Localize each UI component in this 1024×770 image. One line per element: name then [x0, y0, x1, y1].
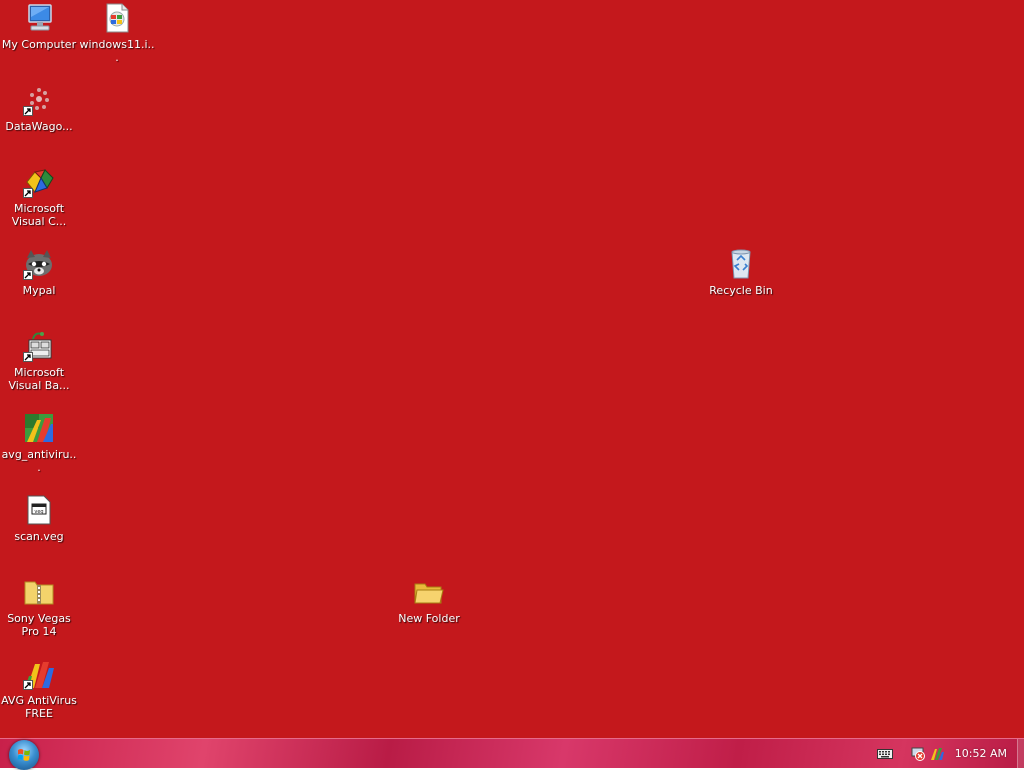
- start-orb-icon: [17, 749, 30, 761]
- desktop-icon-label: Microsoft Visual Ba...: [8, 366, 70, 392]
- clock[interactable]: 10:52 AM: [955, 747, 1007, 760]
- shortcut-arrow-icon: [23, 680, 33, 690]
- visual-cpp-icon: [23, 166, 55, 198]
- desktop-icon-label: avg_antiviru...: [1, 448, 77, 474]
- zip-folder-icon: [23, 576, 55, 608]
- avg-icon: [23, 658, 55, 690]
- visual-basic-icon: [23, 330, 55, 362]
- show-desktop-button[interactable]: [1017, 739, 1024, 768]
- shortcut-arrow-icon: [23, 352, 33, 362]
- avg-tray-icon[interactable]: [929, 746, 945, 762]
- desktop-icon-label: Recycle Bin: [709, 284, 773, 297]
- system-tray: 10:52 AM: [876, 739, 1024, 768]
- computer-icon: [23, 2, 55, 34]
- desktop-icon-label: AVG AntiVirus FREE: [1, 694, 77, 720]
- desktop-icon-microsoft-visual-basic[interactable]: Microsoft Visual Ba...: [0, 330, 78, 392]
- desktop: My Computer windows11.i... DataWago... M…: [0, 0, 1024, 738]
- desktop-icon-label: Microsoft Visual C...: [11, 202, 67, 228]
- veg-file-icon: veg: [23, 494, 55, 526]
- avg-installer-icon: [23, 412, 55, 444]
- desktop-icon-avg-antivirus-installer[interactable]: avg_antiviru...: [0, 412, 78, 474]
- desktop-icon-scan-veg[interactable]: veg scan.veg: [0, 494, 78, 543]
- desktop-icon-label: New Folder: [398, 612, 460, 625]
- start-button[interactable]: [9, 740, 39, 770]
- recycle-bin-icon: [725, 248, 757, 280]
- desktop-icon-label: Sony Vegas Pro 14: [7, 612, 71, 638]
- desktop-icon-label: My Computer: [1, 38, 77, 51]
- disc-image-icon: [101, 2, 133, 34]
- desktop-icon-datawagon[interactable]: DataWago...: [0, 84, 78, 133]
- desktop-icon-label: windows11.i...: [79, 38, 155, 64]
- shortcut-arrow-icon: [23, 270, 33, 280]
- network-error-icon[interactable]: [911, 746, 927, 762]
- shortcut-arrow-icon: [23, 188, 33, 198]
- svg-text:veg: veg: [34, 509, 43, 515]
- desktop-icon-my-computer[interactable]: My Computer: [0, 2, 78, 51]
- desktop-icon-label: DataWago...: [5, 120, 73, 133]
- mypal-icon: [23, 248, 55, 280]
- desktop-icon-microsoft-visual-cpp[interactable]: Microsoft Visual C...: [0, 166, 78, 228]
- taskbar: 10:52 AM: [0, 738, 1024, 770]
- desktop-icon-avg-antivirus-free[interactable]: AVG AntiVirus FREE: [0, 658, 78, 720]
- shortcut-arrow-icon: [23, 106, 33, 116]
- desktop-icon-sony-vegas-pro-14[interactable]: Sony Vegas Pro 14: [0, 576, 78, 638]
- desktop-icon-label: scan.veg: [14, 530, 64, 543]
- desktop-icon-mypal[interactable]: Mypal: [0, 248, 78, 297]
- desktop-icon-recycle-bin[interactable]: Recycle Bin: [702, 248, 780, 297]
- folder-icon: [413, 576, 445, 608]
- desktop-icon-label: Mypal: [22, 284, 56, 297]
- datawagon-icon: [23, 84, 55, 116]
- desktop-icon-windows11-iso[interactable]: windows11.i...: [78, 2, 156, 64]
- desktop-icon-new-folder[interactable]: New Folder: [390, 576, 468, 625]
- keyboard-icon[interactable]: [876, 748, 893, 760]
